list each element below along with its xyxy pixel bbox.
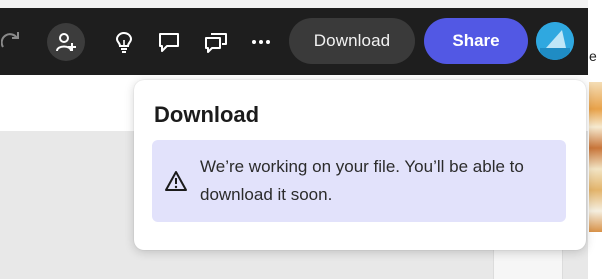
invite-collaborators-button[interactable]	[47, 23, 85, 61]
comments-icon	[204, 31, 228, 53]
comment-icon	[158, 31, 180, 53]
page-thumbnail[interactable]	[589, 82, 602, 232]
redo-button[interactable]	[0, 23, 24, 59]
comment-button[interactable]	[154, 28, 184, 56]
redo-icon	[1, 29, 23, 53]
suggestions-button[interactable]	[110, 28, 138, 56]
share-button[interactable]: Share	[424, 18, 528, 64]
window-top-strip	[0, 0, 602, 8]
warning-icon	[164, 170, 188, 192]
popover-title: Download	[154, 102, 260, 127]
download-button[interactable]: Download	[289, 18, 415, 64]
download-status-notice: We’re working on your file. You’ll be ab…	[152, 140, 566, 222]
comments-panel-button[interactable]	[200, 28, 232, 56]
download-popover: Download We’re working on your file. You…	[134, 80, 586, 250]
avatar-graphic	[536, 22, 574, 60]
more-icon	[251, 39, 271, 45]
more-options-button[interactable]	[246, 28, 276, 56]
avatar[interactable]	[536, 22, 574, 60]
thumbnail-label: e	[589, 48, 597, 64]
lightbulb-icon	[114, 31, 134, 53]
download-status-message: We’re working on your file. You’ll be ab…	[200, 157, 524, 204]
add-collaborator-icon	[55, 31, 77, 53]
